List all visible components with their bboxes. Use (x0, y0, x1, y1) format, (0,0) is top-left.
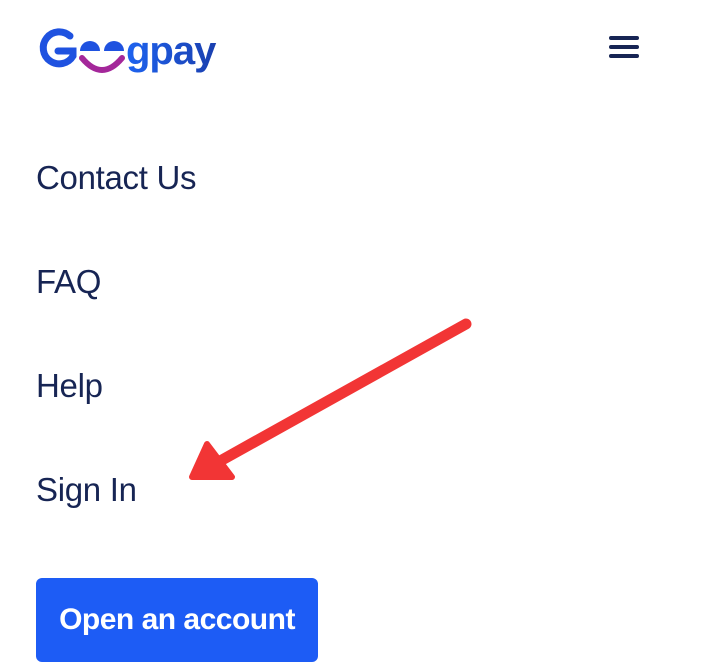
nav-item-contact-us[interactable]: Contact Us (36, 158, 197, 198)
hamburger-menu-icon[interactable] (602, 30, 646, 66)
nav-item-faq[interactable]: FAQ (36, 262, 101, 302)
menu-bar-bottom (609, 54, 639, 58)
nav-item-help[interactable]: Help (36, 366, 103, 406)
menu-bar-top (609, 36, 639, 40)
arrow-head (189, 441, 235, 480)
menu-bar-middle (609, 45, 639, 49)
mobile-menu-page: gpay Contact Us FAQ Help Sign In Open an… (0, 0, 720, 667)
svg-text:gpay: gpay (126, 29, 217, 73)
arrow-shaft (216, 318, 472, 466)
geegpay-logo[interactable]: gpay (36, 26, 258, 78)
open-account-button[interactable]: Open an account (36, 578, 318, 662)
red-arrow-annotation (189, 318, 472, 480)
nav-item-sign-in[interactable]: Sign In (36, 470, 137, 510)
